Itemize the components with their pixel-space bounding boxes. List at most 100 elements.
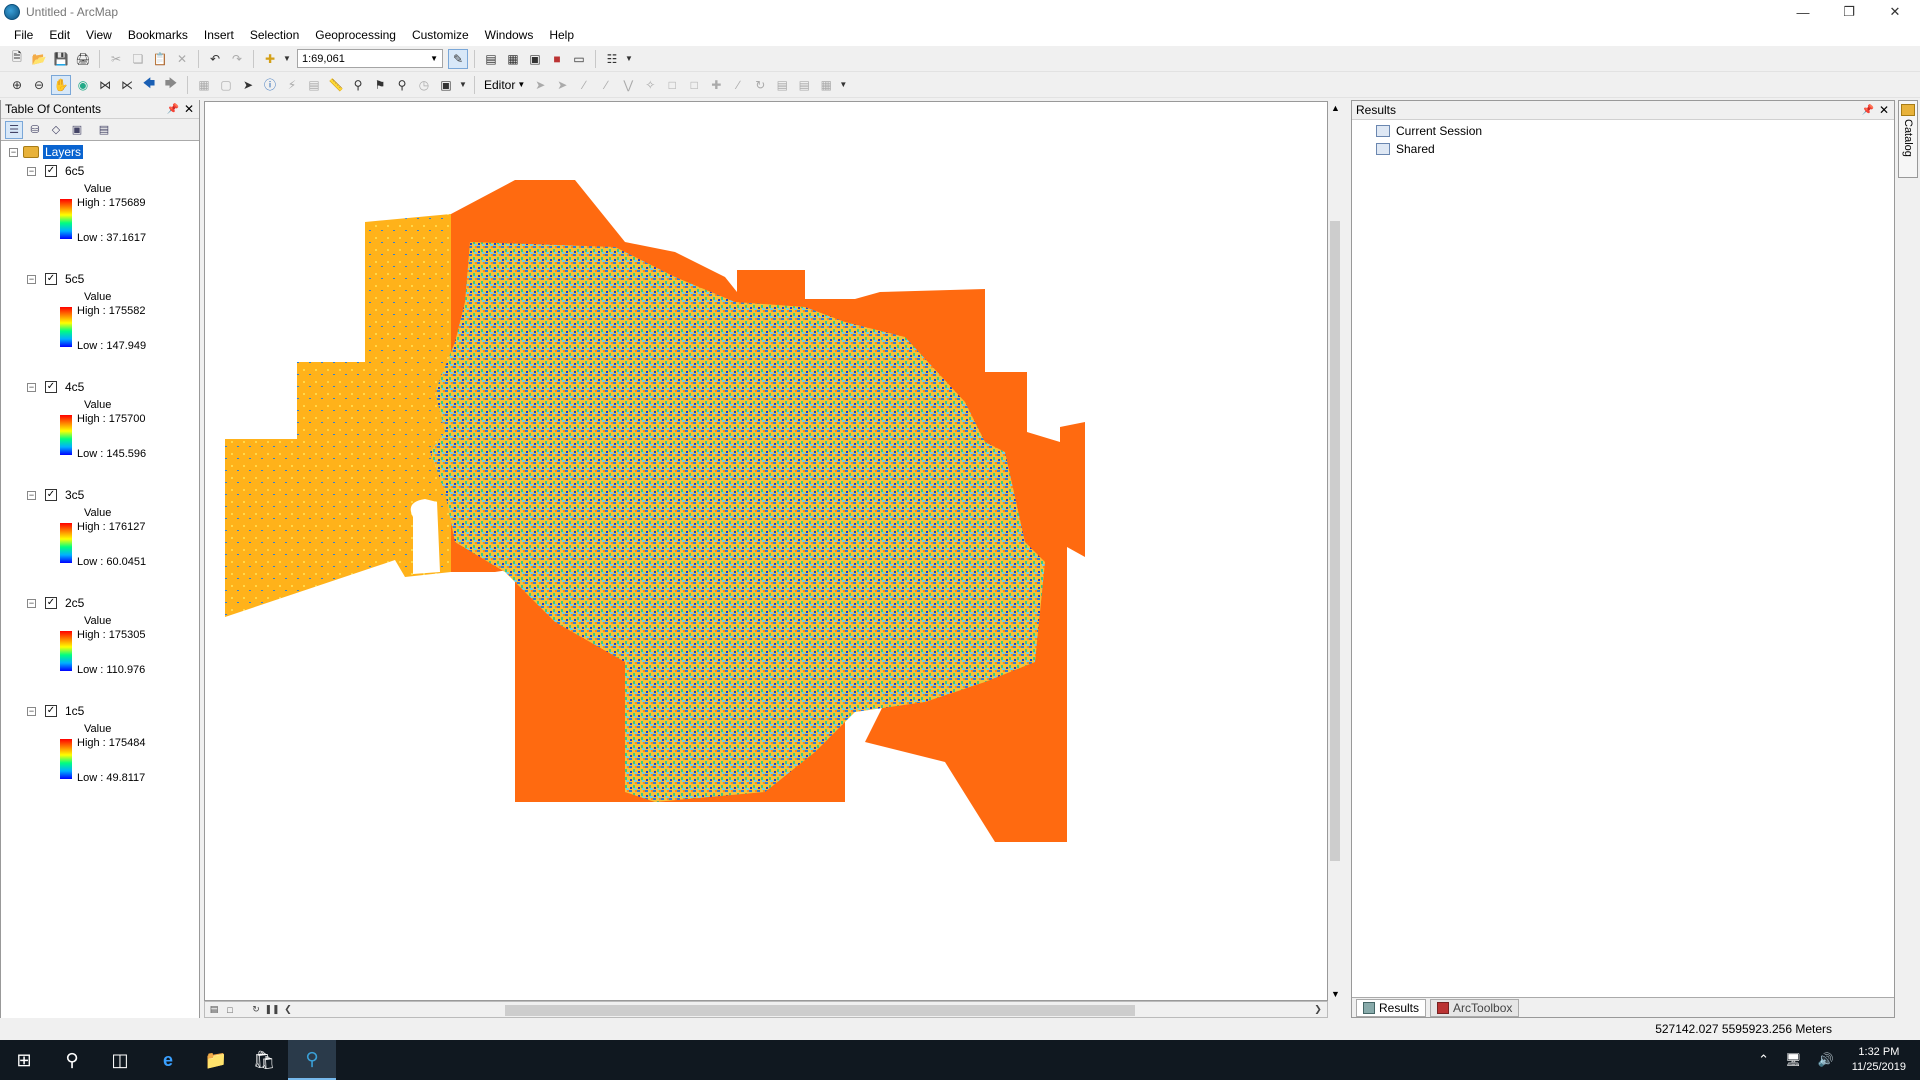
cut-polygons-icon[interactable]: ✚ [706,75,726,95]
map-vertical-scrollbar[interactable]: ▲ ▼ [1328,101,1342,1001]
store-icon[interactable]: 🛍 [240,1040,288,1080]
toolbar-options-icon[interactable]: ▼ [838,75,848,95]
open-folder-icon[interactable]: 📂 [29,49,49,69]
go-to-xy-icon[interactable]: ⚲ [392,75,412,95]
new-document-icon[interactable]: 🗎 [7,49,27,69]
layer-visibility-checkbox[interactable]: ✓ [45,273,57,285]
layer-name[interactable]: 5c5 [65,272,84,286]
color-ramp-swatch[interactable] [60,415,72,455]
map-scale-combo[interactable]: 1:69,061 ▼ [297,49,443,68]
layer-visibility-checkbox[interactable]: ✓ [45,489,57,501]
editor-menu-button[interactable]: Editor ▼ [480,78,529,92]
color-ramp-swatch[interactable] [60,631,72,671]
menu-file[interactable]: File [6,26,41,44]
map-display[interactable] [204,101,1328,1001]
color-ramp-swatch[interactable] [60,199,72,239]
html-popup-icon[interactable]: ▤ [304,75,324,95]
layer-visibility-checkbox[interactable]: ✓ [45,705,57,717]
pin-icon[interactable]: 📌 [1862,105,1874,116]
menu-windows[interactable]: Windows [477,26,542,44]
windows-start-icon[interactable]: ⊞ [0,1040,48,1080]
toolbar-options-icon[interactable]: ▼ [458,75,468,95]
zoom-in-icon[interactable]: ⊕ [7,75,27,95]
menu-bookmarks[interactable]: Bookmarks [120,26,196,44]
zoom-out-icon[interactable]: ⊖ [29,75,49,95]
scroll-down-icon[interactable]: ▼ [1331,989,1340,999]
collapse-icon[interactable]: − [27,382,36,392]
delete-icon[interactable]: ✕ [172,49,192,69]
taskbar-clock[interactable]: 1:32 PM 11/25/2019 [1852,1045,1906,1075]
layer-name[interactable]: 2c5 [65,596,84,610]
cut-icon[interactable]: ✂ [106,49,126,69]
horizontal-scroll-thumb[interactable] [505,1005,1135,1016]
results-item-current-session[interactable]: Current Session [1352,122,1894,140]
collapse-icon[interactable]: − [9,147,18,157]
arcmap-taskbar-icon[interactable]: ⚲ [288,1040,336,1080]
layers-root-label[interactable]: Layers [43,145,84,159]
paste-icon[interactable]: 📋 [150,49,170,69]
refresh-icon[interactable]: ↻ [249,1003,263,1017]
close-icon[interactable]: ✕ [184,102,194,116]
menu-help[interactable]: Help [541,26,582,44]
pan-hand-icon[interactable]: ✋ [51,74,71,95]
list-by-visibility-icon[interactable]: ◇ [47,121,65,139]
layer-name[interactable]: 4c5 [65,380,84,394]
list-by-source-icon[interactable]: ⛁ [26,121,44,139]
back-extent-icon[interactable]: 🡄 [139,75,159,95]
layer-name[interactable]: 6c5 [65,164,84,178]
search-window-icon[interactable]: ▣ [525,49,545,69]
attributes-icon[interactable]: ▤ [772,75,792,95]
rotate-icon[interactable]: ↻ [750,75,770,95]
collapse-icon[interactable]: − [27,274,36,284]
data-view-icon[interactable]: ▤ [207,1003,221,1017]
layout-view-icon[interactable]: □ [223,1003,237,1017]
color-ramp-swatch[interactable] [60,307,72,347]
toc-options-icon[interactable]: ▤ [95,121,113,139]
hyperlink-icon[interactable]: ⚡ [282,75,302,95]
collapse-icon[interactable]: − [27,166,36,176]
tab-arctoolbox[interactable]: ArcToolbox [1430,998,1520,1017]
layer-name[interactable]: 3c5 [65,488,84,502]
network-icon[interactable]: 🖥 [1785,1052,1802,1068]
arctoolbox-window-icon[interactable]: ■ [547,49,567,69]
layer-visibility-checkbox[interactable]: ✓ [45,381,57,393]
copy-icon[interactable]: ❏ [128,49,148,69]
search-icon[interactable]: ⚲ [48,1040,96,1080]
select-elements-icon[interactable]: ➤ [238,75,258,95]
minimize-button[interactable]: — [1780,0,1826,24]
create-features-icon[interactable]: ▦ [816,75,836,95]
create-viewer-window-icon[interactable]: ▣ [436,75,456,95]
find-route-icon[interactable]: ⚑ [370,75,390,95]
forward-extent-icon[interactable]: 🡆 [161,75,181,95]
tab-results[interactable]: Results [1356,998,1427,1017]
edit-vertices-icon[interactable]: □ [662,75,682,95]
trace-icon[interactable]: ⋁ [618,75,638,95]
restore-button[interactable]: ❐ [1826,0,1872,24]
table-of-contents-window-icon[interactable]: ▤ [481,49,501,69]
results-item-shared[interactable]: Shared [1352,140,1894,158]
scroll-right-icon[interactable]: ❯ [1311,1003,1325,1017]
collapse-icon[interactable]: − [27,706,36,716]
layers-root-row[interactable]: − Layers [9,145,84,159]
reshape-icon[interactable]: □ [684,75,704,95]
layer-name[interactable]: 1c5 [65,704,84,718]
clear-selection-icon[interactable]: ▢ [216,75,236,95]
split-icon[interactable]: ∕ [728,75,748,95]
python-window-icon[interactable]: ▭ [569,49,589,69]
menu-geoprocessing[interactable]: Geoprocessing [307,26,404,44]
menu-edit[interactable]: Edit [41,26,78,44]
redo-icon[interactable]: ↷ [227,49,247,69]
select-features-icon[interactable]: ▦ [194,75,214,95]
layer-visibility-checkbox[interactable]: ✓ [45,165,57,177]
list-by-selection-icon[interactable]: ▣ [68,121,86,139]
menu-view[interactable]: View [78,26,120,44]
measure-icon[interactable]: 📏 [326,75,346,95]
catalog-window-icon[interactable]: ▦ [503,49,523,69]
file-explorer-icon[interactable]: 📁 [192,1040,240,1080]
toolbar-options-icon[interactable]: ▼ [624,49,634,69]
full-extent-icon[interactable]: ◉ [73,75,93,95]
volume-icon[interactable]: 🔊 [1818,1052,1834,1068]
close-button[interactable]: ✕ [1872,0,1918,24]
list-by-drawing-order-icon[interactable]: ☰ [5,120,23,139]
catalog-side-tab[interactable]: Catalog [1898,100,1918,178]
